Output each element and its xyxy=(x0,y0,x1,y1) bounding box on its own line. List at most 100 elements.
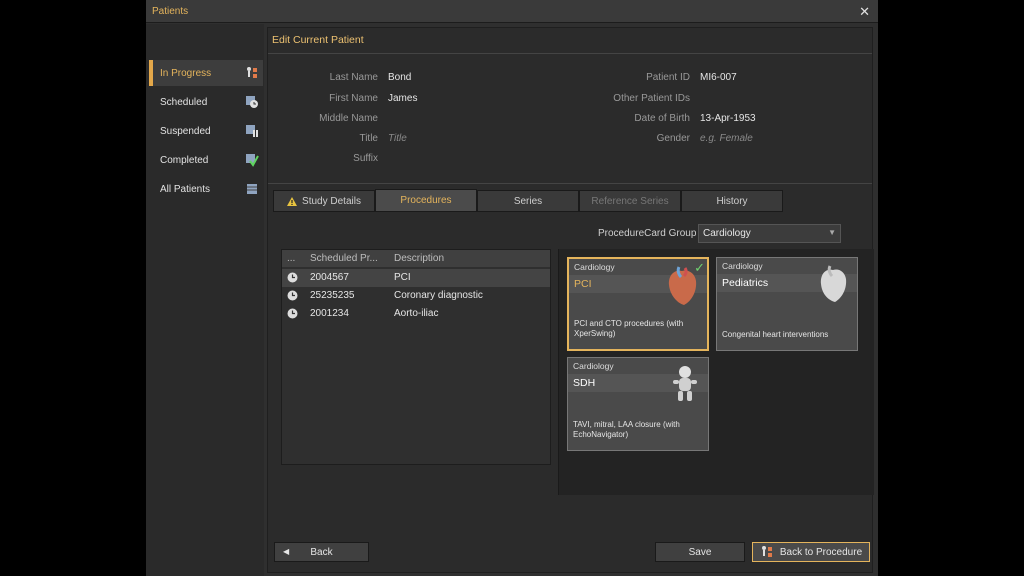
sidebar-item-completed[interactable]: Completed xyxy=(149,147,263,173)
suspended-icon xyxy=(246,125,258,137)
save-button[interactable]: Save xyxy=(655,542,745,562)
procedure-icon xyxy=(761,546,772,557)
gender-value[interactable]: e.g. Female xyxy=(700,133,753,144)
middle-name-field[interactable]: Middle Name xyxy=(268,113,548,127)
back-arrow-icon: ◀ xyxy=(283,547,290,556)
last-name-field[interactable]: Last Name Bond xyxy=(268,72,548,86)
panel-title: Edit Current Patient xyxy=(268,28,872,54)
title-value[interactable]: Title xyxy=(388,133,407,144)
in-progress-icon xyxy=(247,67,257,78)
procedure-cards-area: Cardiology PCI ✓ PCI and CTO procedures … xyxy=(558,249,874,495)
tab-label: History xyxy=(716,195,748,207)
tab-series[interactable]: Series xyxy=(477,190,579,212)
clock-icon xyxy=(287,290,298,301)
gender-label: Gender xyxy=(656,133,690,144)
window-title: Patients xyxy=(152,6,189,17)
dob-value[interactable]: 13-Apr-1953 xyxy=(700,113,756,124)
row-description: Coronary diagnostic xyxy=(394,290,483,301)
patient-id-value[interactable]: MI6-007 xyxy=(700,72,737,83)
tab-study-details[interactable]: Study Details xyxy=(273,190,375,212)
procedure-card-group-label: ProcedureCard Group xyxy=(598,228,697,239)
tab-label: Study Details xyxy=(302,195,361,207)
column-header-description[interactable]: Description xyxy=(394,253,444,264)
chevron-down-icon: ▼ xyxy=(828,228,836,237)
column-header-menu[interactable]: ... xyxy=(287,253,295,264)
edit-patient-panel: Edit Current Patient Last Name Bond Firs… xyxy=(267,27,874,573)
card-description: Congenital heart interventions xyxy=(722,330,829,339)
card-description: TAVI, mitral, LAA closure (with EchoNavi… xyxy=(573,420,680,439)
select-value: Cardiology xyxy=(703,228,751,239)
row-description: PCI xyxy=(394,272,411,283)
other-ids-label: Other Patient IDs xyxy=(613,93,690,104)
card-group: Cardiology xyxy=(722,261,763,271)
sidebar-item-all-patients[interactable]: All Patients xyxy=(149,176,263,202)
sidebar-item-scheduled[interactable]: Scheduled xyxy=(149,89,263,115)
row-code: 2001234 xyxy=(310,308,349,319)
column-header-scheduled[interactable]: Scheduled Pr... xyxy=(310,253,378,264)
tab-history[interactable]: History xyxy=(681,190,783,212)
dob-field[interactable]: Date of Birth 13-Apr-1953 xyxy=(573,113,853,127)
title-bar: Patients ✕ xyxy=(146,0,878,23)
sidebar-item-label: Suspended xyxy=(160,125,211,137)
suffix-field[interactable]: Suffix xyxy=(268,153,548,167)
back-button-label: Back xyxy=(310,546,333,558)
sidebar-item-suspended[interactable]: Suspended xyxy=(149,118,263,144)
patients-window: Patients ✕ In Progress Scheduled Suspend… xyxy=(146,0,878,576)
sidebar: In Progress Scheduled Suspended Complete… xyxy=(146,24,264,576)
last-name-label: Last Name xyxy=(329,72,378,83)
heart-icon xyxy=(820,265,847,302)
sidebar-item-label: All Patients xyxy=(160,183,211,195)
procedure-card-pci[interactable]: Cardiology PCI ✓ PCI and CTO procedures … xyxy=(567,257,709,351)
table-header: ... Scheduled Pr... Description xyxy=(282,250,550,267)
clock-icon xyxy=(287,308,298,319)
sidebar-item-in-progress[interactable]: In Progress xyxy=(149,60,263,86)
close-icon[interactable]: ✕ xyxy=(859,4,870,20)
procedure-card-pediatrics[interactable]: Cardiology Pediatrics Congenital heart i… xyxy=(716,257,858,351)
table-row[interactable]: 2004567 PCI xyxy=(282,269,550,287)
procedures-table: ... Scheduled Pr... Description 2004567 … xyxy=(281,249,551,465)
back-button[interactable]: ◀ Back xyxy=(274,542,369,562)
clock-icon xyxy=(287,272,298,283)
save-button-label: Save xyxy=(688,546,712,558)
tab-procedures[interactable]: Procedures xyxy=(375,189,477,212)
middle-name-label: Middle Name xyxy=(319,113,378,124)
row-code: 2004567 xyxy=(310,272,349,283)
warning-icon xyxy=(287,196,298,206)
scheduled-icon xyxy=(246,96,258,108)
suffix-label: Suffix xyxy=(353,153,378,164)
completed-icon xyxy=(246,154,259,167)
other-ids-field[interactable]: Other Patient IDs xyxy=(573,93,853,107)
card-description: PCI and CTO procedures (with XperSwing) xyxy=(574,319,684,338)
selected-check-icon: ✓ xyxy=(694,260,705,275)
title-field[interactable]: Title Title xyxy=(268,133,548,147)
procedure-card-group-select[interactable]: Cardiology ▼ xyxy=(698,224,841,243)
sidebar-item-label: Completed xyxy=(160,154,209,166)
procedure-card-sdh[interactable]: Cardiology SDH TAVI, mitral, LAA closure… xyxy=(567,357,709,451)
first-name-value[interactable]: James xyxy=(388,93,417,104)
table-row[interactable]: 25235235 Coronary diagnostic xyxy=(282,287,550,305)
tab-reference-series[interactable]: Reference Series xyxy=(579,190,681,212)
card-group: Cardiology xyxy=(574,262,615,272)
tab-label: Procedures xyxy=(400,195,452,206)
table-row[interactable]: 2001234 Aorto-iliac xyxy=(282,305,550,323)
first-name-field[interactable]: First Name James xyxy=(268,93,548,107)
divider xyxy=(268,183,872,184)
all-patients-icon xyxy=(247,184,257,194)
first-name-label: First Name xyxy=(329,93,378,104)
title-label: Title xyxy=(359,133,378,144)
back-to-procedure-label: Back to Procedure xyxy=(779,546,863,558)
gender-field[interactable]: Gender e.g. Female xyxy=(573,133,853,147)
last-name-value[interactable]: Bond xyxy=(388,72,411,83)
tab-label: Series xyxy=(513,195,543,207)
card-group: Cardiology xyxy=(573,361,614,371)
dob-label: Date of Birth xyxy=(634,113,690,124)
baby-icon xyxy=(673,366,697,401)
tab-label: Reference Series xyxy=(591,195,669,207)
sidebar-item-label: In Progress xyxy=(160,67,212,79)
sidebar-item-label: Scheduled xyxy=(160,96,208,108)
row-description: Aorto-iliac xyxy=(394,308,439,319)
patient-id-label: Patient ID xyxy=(646,72,690,83)
row-code: 25235235 xyxy=(310,290,355,301)
patient-id-field[interactable]: Patient ID MI6-007 xyxy=(573,72,853,86)
back-to-procedure-button[interactable]: Back to Procedure xyxy=(752,542,870,562)
